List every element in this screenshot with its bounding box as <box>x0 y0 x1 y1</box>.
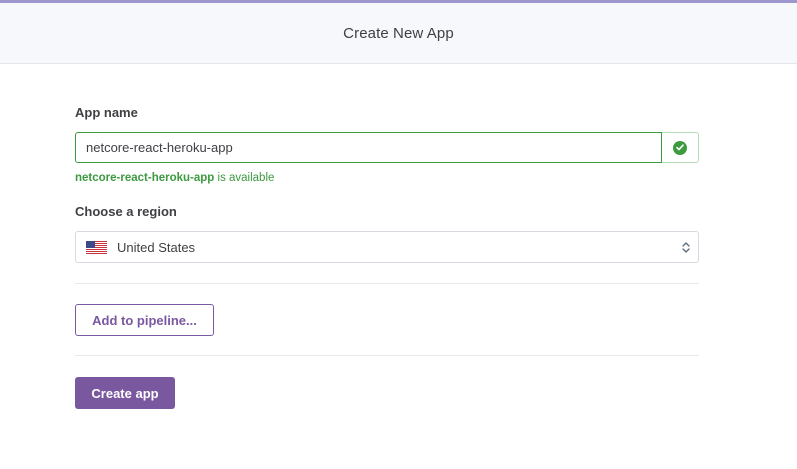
section-divider <box>75 355 699 356</box>
section-divider <box>75 283 699 284</box>
region-select[interactable]: United States <box>75 231 699 263</box>
region-label: Choose a region <box>75 204 177 219</box>
page-title: Create New App <box>343 24 454 42</box>
page-header: Create New App <box>0 3 797 64</box>
check-circle-icon <box>673 140 687 155</box>
availability-status-text: is available <box>214 172 275 184</box>
app-name-label: App name <box>75 105 138 120</box>
us-flag-icon <box>86 240 107 254</box>
availability-message: netcore-react-heroku-app is available <box>75 172 274 184</box>
region-selected-value: United States <box>117 239 196 255</box>
validation-addon <box>662 132 699 163</box>
app-name-input[interactable] <box>75 132 662 163</box>
availability-app-name: netcore-react-heroku-app <box>75 172 215 184</box>
app-name-field-group <box>75 132 699 163</box>
select-arrows-icon <box>682 242 690 253</box>
create-app-button[interactable]: Create app <box>75 377 175 409</box>
add-to-pipeline-button[interactable]: Add to pipeline... <box>75 304 214 336</box>
